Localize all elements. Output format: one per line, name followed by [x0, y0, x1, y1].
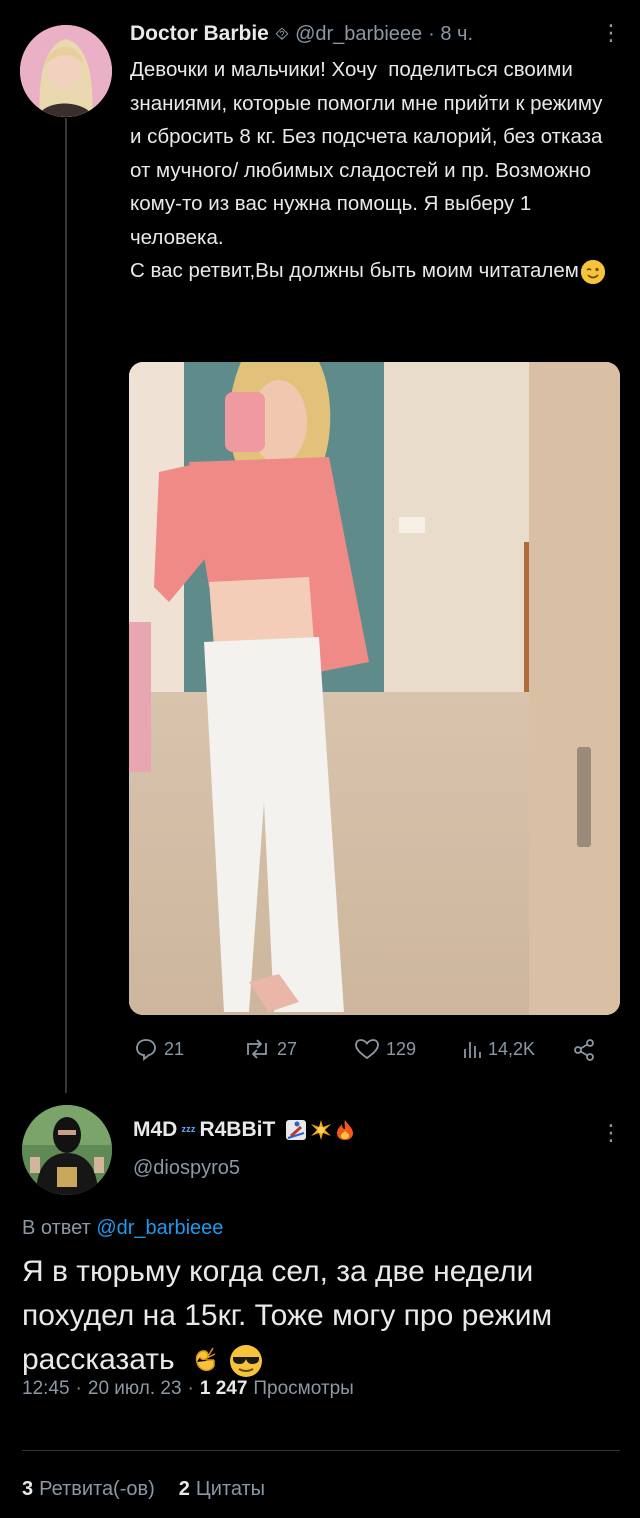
reply-action[interactable]: 21 — [134, 1037, 184, 1061]
tweet-body: Девочки и мальчики! Хочу поделиться свои… — [130, 58, 603, 282]
author-handle[interactable]: @dr_barbieee — [295, 23, 422, 46]
divider — [22, 1450, 620, 1451]
sleeping-zzz-icon: ᶻᶻᶻ — [181, 1122, 196, 1138]
quotes-label[interactable]: Цитаты — [196, 1478, 265, 1501]
avatar-photo-icon — [20, 25, 112, 117]
reply-author-name[interactable]: M4D — [133, 1118, 177, 1142]
reply-emoji-group — [189, 1344, 263, 1378]
share-icon[interactable] — [572, 1038, 596, 1067]
reply-stats: 3 Ретвита(-ов) 2 Цитаты — [22, 1478, 265, 1501]
retweet-icon — [247, 1039, 267, 1059]
retweet-action[interactable]: 27 — [243, 1037, 297, 1061]
tweet-media-image[interactable] — [129, 362, 620, 1015]
balaclava-person-avatar-icon — [22, 1105, 112, 1195]
reply-meta: 12:45 · 20 июл. 23 · 1 247 Просмотры — [22, 1378, 354, 1400]
reply-author-name-suffix[interactable]: R4BBiT — [199, 1118, 275, 1142]
views-count: 14,2K — [488, 1038, 536, 1059]
meta-separator: · — [187, 1378, 194, 1399]
reply-avatar[interactable] — [22, 1105, 112, 1195]
verified-badge-icon: ⯑ — [274, 23, 290, 44]
like-action[interactable]: 129 — [354, 1037, 416, 1061]
reply-body: Я в тюрьму когда сел, за две недели поху… — [22, 1255, 553, 1376]
tweet-header: Doctor Barbie ⯑ @dr_barbieee · 8 ч. — [130, 22, 473, 46]
reply-text: Я в тюрьму когда сел, за две недели поху… — [22, 1250, 622, 1382]
reply-time: 12:45 — [22, 1378, 70, 1399]
author-name[interactable]: Doctor Barbie — [130, 22, 269, 46]
retweets-label[interactable]: Ретвита(-ов) — [39, 1478, 155, 1501]
tweet-time[interactable]: · 8 ч. — [428, 23, 473, 46]
more-options-icon[interactable]: ⋮ — [600, 22, 622, 44]
heart-icon — [355, 1039, 379, 1060]
fire-icon — [337, 1120, 354, 1140]
views-action[interactable]: 14,2K — [462, 1037, 535, 1061]
tweet-text: Девочки и мальчики! Хочу поделиться свои… — [130, 53, 610, 288]
snowboarder-icon — [286, 1120, 307, 1140]
retweet-count: 27 — [277, 1038, 298, 1059]
collision-icon — [311, 1120, 332, 1140]
reply-date: 20 июл. 23 — [87, 1378, 182, 1399]
reply-author-handle[interactable]: @diospyro5 — [133, 1157, 240, 1180]
avatar[interactable] — [20, 25, 112, 117]
in-reply-prefix: В ответ — [22, 1217, 91, 1239]
reply-count: 21 — [164, 1038, 185, 1059]
quotes-count[interactable]: 2 — [179, 1478, 190, 1501]
like-count: 129 — [386, 1038, 417, 1059]
thread-line — [65, 118, 67, 1093]
sunglasses-face-icon — [230, 1345, 262, 1378]
retweets-count[interactable]: 3 — [22, 1478, 33, 1501]
winking-face-icon — [580, 259, 605, 284]
name-emoji-group — [285, 1119, 355, 1141]
reply-author-row: M4D ᶻᶻᶻ R4BBiT — [133, 1118, 355, 1142]
ok-hand-icon — [195, 1347, 216, 1372]
in-reply-handle-link[interactable]: @dr_barbieee — [96, 1217, 223, 1239]
analytics-bars-icon — [464, 1042, 481, 1058]
reply-more-options-icon[interactable]: ⋮ — [600, 1122, 622, 1144]
meta-separator: · — [75, 1378, 82, 1399]
reply-icon — [136, 1039, 156, 1061]
reply-views-count: 1 247 — [199, 1378, 248, 1399]
reply-views-label: Просмотры — [253, 1378, 354, 1399]
mirror-selfie-photo-icon — [129, 362, 620, 1015]
in-reply-to: В ответ @dr_barbieee — [22, 1217, 223, 1240]
